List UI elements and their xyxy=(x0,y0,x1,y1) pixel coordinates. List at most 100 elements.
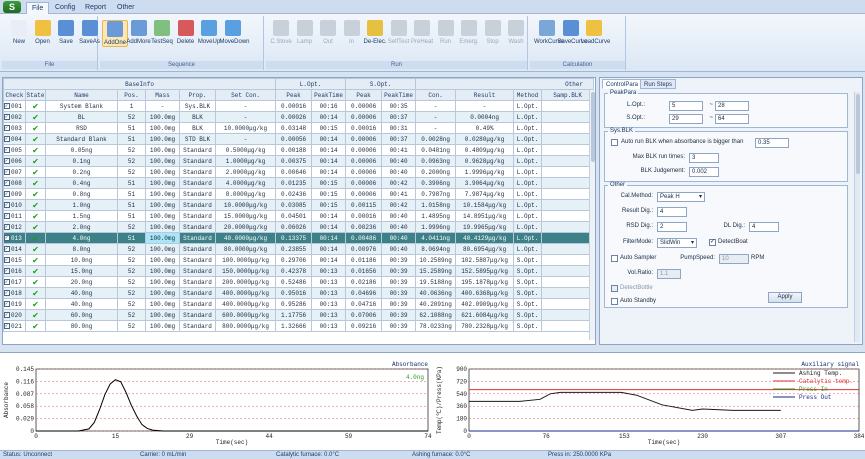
cell-sopt-peak[interactable]: 0.01186 xyxy=(345,254,383,266)
cell-pos[interactable]: 52 xyxy=(117,287,146,299)
cell-con[interactable]: 1.4895ng xyxy=(415,210,457,222)
row-check-cell[interactable]: ✓ 020 xyxy=(3,309,26,321)
row-check-cell[interactable]: ✓ 014 xyxy=(3,243,26,255)
cell-lopt-peaktime[interactable]: 00:14 xyxy=(311,254,347,266)
app-logo-icon[interactable]: S xyxy=(3,1,21,13)
cell-pos[interactable]: 51 xyxy=(117,122,146,134)
cell-sopt-peak[interactable]: 0.04696 xyxy=(345,287,383,299)
table-row[interactable]: ✓ 008 ✔ 0.4ng 51 100.0mg Standard 4.0000μg/kg 0.… xyxy=(3,177,595,189)
tab-controlpara[interactable]: ControlPara xyxy=(602,79,643,89)
de-elec-button[interactable]: De-Elec. xyxy=(362,20,388,45)
column-header-pos-3[interactable]: Pos. xyxy=(117,89,146,101)
column-header-method-13[interactable]: Method xyxy=(513,89,543,101)
cell-name[interactable]: 0.8ng xyxy=(45,188,118,200)
cell-prop[interactable]: Standard xyxy=(179,276,216,288)
cell-samp-blk[interactable] xyxy=(541,309,595,321)
cell-sopt-peak[interactable]: 0.00006 xyxy=(345,155,383,167)
cell-sopt-peaktime[interactable]: 00:37 xyxy=(381,133,417,145)
cell-set-con[interactable]: 8.0000μg/kg xyxy=(214,188,277,200)
table-row[interactable]: ✓ 005 ✔ 0.05ng 52 100.0mg Standard 0.5000μg/kg 0… xyxy=(3,144,595,156)
row-checkbox[interactable]: ✓ xyxy=(4,267,10,274)
cell-result[interactable]: 402.0909μg/kg xyxy=(455,298,515,310)
row-checkbox[interactable]: ✓ xyxy=(4,201,10,208)
cell-lopt-peak[interactable]: 0.04501 xyxy=(275,210,313,222)
row-check-cell[interactable]: ✓ 018 xyxy=(3,287,26,299)
row-check-cell[interactable]: ✓ 019 xyxy=(3,298,26,310)
cell-pos[interactable]: 52 xyxy=(117,243,146,255)
cell-sopt-peaktime[interactable]: 00:40 xyxy=(381,221,417,233)
cell-method[interactable]: S.Opt. xyxy=(513,287,543,299)
cell-samp-blk[interactable] xyxy=(541,265,595,277)
cell-sopt-peaktime[interactable]: 00:39 xyxy=(381,265,417,277)
cell-pos[interactable]: 52 xyxy=(117,254,146,266)
cell-con[interactable]: 0.7987ng xyxy=(415,188,457,200)
cell-sopt-peak[interactable]: 0.00236 xyxy=(345,221,383,233)
cell-set-con[interactable]: 80.0000μg/kg xyxy=(214,243,277,255)
cell-name[interactable]: 40.0ng xyxy=(45,287,118,299)
row-checkbox[interactable]: ✓ xyxy=(4,124,10,131)
cell-pos[interactable]: 51 xyxy=(117,177,146,189)
table-vertical-scrollbar[interactable] xyxy=(589,90,595,340)
cell-con[interactable]: 78.0233ng xyxy=(415,320,457,332)
cell-mass[interactable]: 100.0mg xyxy=(145,320,180,332)
cell-method[interactable]: S.Opt. xyxy=(513,309,543,321)
detect-boat-checkbox[interactable] xyxy=(709,239,716,246)
tab-file[interactable]: File xyxy=(26,2,50,14)
cell-con[interactable]: - xyxy=(415,111,457,123)
cell-name[interactable]: 8.0ng xyxy=(45,243,118,255)
cell-samp-blk[interactable] xyxy=(541,122,595,134)
cell-lopt-peak[interactable]: 0.42378 xyxy=(275,265,313,277)
cell-lopt-peak[interactable]: 0.23855 xyxy=(275,243,313,255)
table-row[interactable]: ✓ 013 ✔ 4.0ng 51 100.0mg Standard 40.0000μg/kg 0… xyxy=(3,232,595,244)
cell-sopt-peak[interactable]: 0.00006 xyxy=(345,166,383,178)
cell-sopt-peaktime[interactable]: 00:35 xyxy=(381,100,417,112)
cell-sopt-peak[interactable]: 0.00006 xyxy=(345,177,383,189)
in-button[interactable]: In xyxy=(339,20,365,45)
cell-lopt-peaktime[interactable]: 00:14 xyxy=(311,111,347,123)
cell-method[interactable]: L.Opt. xyxy=(513,221,543,233)
cell-name[interactable]: 2.0ng xyxy=(45,221,118,233)
cell-con[interactable]: 0.0963ng xyxy=(415,155,457,167)
row-checkbox[interactable]: ✓ xyxy=(4,245,10,252)
emerg-button[interactable]: Emerg. xyxy=(456,20,482,45)
filter-mode-select[interactable]: SlidWin xyxy=(657,238,697,248)
cell-samp-blk[interactable] xyxy=(541,100,595,112)
cell-set-con[interactable]: 10.0000μg/kg xyxy=(214,199,277,211)
cell-lopt-peaktime[interactable]: 00:14 xyxy=(311,210,347,222)
cell-result[interactable]: 102.5887μg/kg xyxy=(455,254,515,266)
cell-method[interactable]: S.Opt. xyxy=(513,298,543,310)
row-checkbox[interactable]: ✓ xyxy=(4,256,10,263)
cell-con[interactable]: 0.2000ng xyxy=(415,166,457,178)
cell-result[interactable]: 7.9874μg/kg xyxy=(455,188,515,200)
row-checkbox[interactable]: ✓ xyxy=(4,190,10,197)
row-check-cell[interactable]: ✓ 012 xyxy=(3,221,26,233)
cell-set-con[interactable]: 0.5000μg/kg xyxy=(214,144,277,156)
cell-set-con[interactable]: 20.0000μg/kg xyxy=(214,221,277,233)
cell-samp-blk[interactable] xyxy=(541,298,595,310)
cell-mass[interactable]: - xyxy=(145,100,180,112)
cell-lopt-peaktime[interactable]: 00:13 xyxy=(311,265,347,277)
cell-sopt-peaktime[interactable]: 00:40 xyxy=(381,243,417,255)
movedown-button[interactable]: MoveDown xyxy=(220,20,250,45)
cell-samp-blk[interactable] xyxy=(541,133,595,145)
cell-con[interactable]: - xyxy=(415,122,457,134)
cell-method[interactable]: L.Opt. xyxy=(513,100,543,112)
cell-lopt-peak[interactable]: 0.13375 xyxy=(275,232,313,244)
cell-set-con[interactable]: - xyxy=(214,100,277,112)
cell-method[interactable]: S.Opt. xyxy=(513,276,543,288)
cell-pos[interactable]: 51 xyxy=(117,210,146,222)
cell-prop[interactable]: Standard xyxy=(179,232,216,244)
row-checkbox[interactable]: ✓ xyxy=(4,212,10,219)
cell-set-con[interactable]: 10.0000μg/kg xyxy=(214,122,277,134)
table-row[interactable]: ✓ 018 ✔ 40.0ng 52 100.0mg Standard 400.0000μg/k… xyxy=(3,287,595,299)
table-row[interactable]: ✓ 004 ✔ Standard Blank 51 100.0mg STD BLK -0.00… xyxy=(3,133,595,145)
cell-prop[interactable]: Standard xyxy=(179,188,216,200)
cell-pos[interactable]: 51 xyxy=(117,232,146,244)
cell-sopt-peak[interactable]: 0.00006 xyxy=(345,188,383,200)
cell-result[interactable]: 780.2328μg/kg xyxy=(455,320,515,332)
table-row[interactable]: ✓ 015 ✔ 10.0ng 52 100.0mg Standard 100.0000μg/k… xyxy=(3,254,595,266)
cell-name[interactable]: 1.0ng xyxy=(45,199,118,211)
cell-sopt-peaktime[interactable]: 00:39 xyxy=(381,287,417,299)
dl-dig-input[interactable]: 4 xyxy=(749,222,779,232)
tab-run-steps[interactable]: Run Steps xyxy=(640,79,677,89)
